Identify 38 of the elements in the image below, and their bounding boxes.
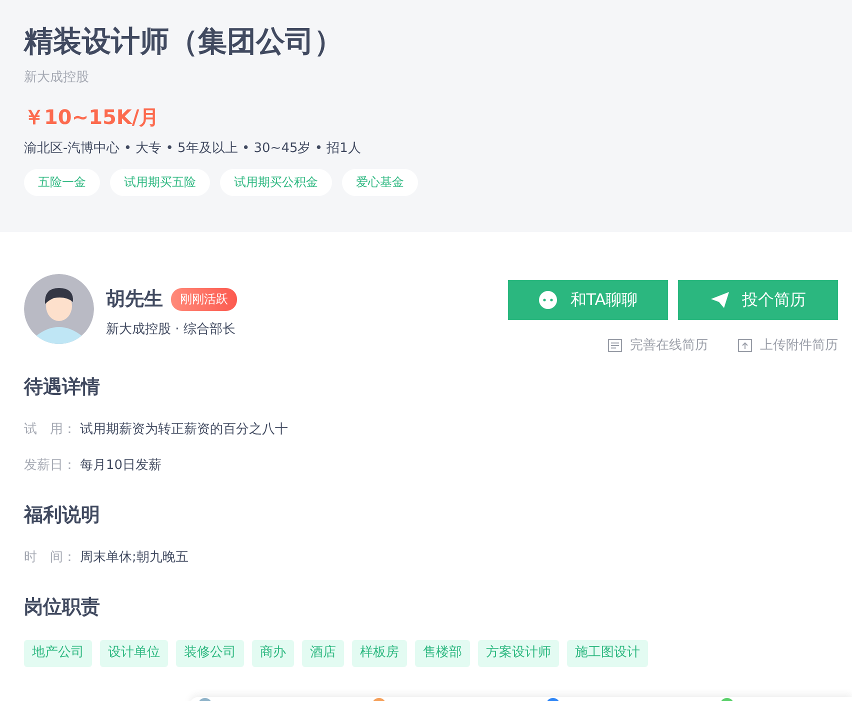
field-label: 试 用： [24,421,77,438]
section-heading: 福利说明 [24,503,101,528]
skill-tag: 售楼部 [415,640,470,667]
field-label: 时 间： [24,549,77,566]
skill-tag: 商办 [252,640,294,667]
field-label: 发薪日： [24,457,77,474]
field-value: 试用期薪资为转正薪资的百分之八十 [80,421,288,438]
skill-tag: 样板房 [352,640,407,667]
skill-tag: 设计单位 [100,640,168,667]
section-heading: 岗位职责 [24,595,101,620]
recruiter-name: 胡先生 [106,287,163,312]
job-requirements: 渝北区-汽博中心 • 大专 • 5年及以上 • 30~45岁 • 招1人 [24,140,362,157]
skill-tag: 地产公司 [24,640,92,667]
skill-tag: 酒店 [302,640,344,667]
document-icon [608,338,622,352]
benefit-tag: 五险一金 [24,169,100,196]
send-resume-button[interactable]: 投个简历 [678,280,838,320]
online-resume-link[interactable]: 完善在线简历 [608,336,708,354]
activity-badge: 刚刚活跃 [171,288,237,310]
avatar-icon [24,274,94,344]
chat-icon [538,290,558,310]
field-value: 每月10日发薪 [80,457,162,474]
upload-resume-link[interactable]: 上传附件简历 [738,336,838,354]
field-value: 周末单休;朝九晚五 [80,549,188,566]
skill-tag: 施工图设计 [567,640,648,667]
benefit-tag: 爱心基金 [342,169,418,196]
salary: ￥10~15K/月 [24,104,160,131]
job-title: 精装设计师（集团公司） [24,23,344,60]
skill-tag: 装修公司 [176,640,244,667]
benefit-tag: 试用期买公积金 [220,169,332,196]
section-heading: 待遇详情 [24,375,101,400]
chat-button[interactable]: 和TA聊聊 [508,280,668,320]
upload-icon [738,338,752,352]
recruiter-title: 新大成控股 · 综合部长 [106,321,236,338]
company-name: 新大成控股 [24,69,90,86]
paper-plane-icon [710,291,730,309]
skill-tag: 方案设计师 [478,640,559,667]
benefit-tag: 试用期买五险 [110,169,210,196]
